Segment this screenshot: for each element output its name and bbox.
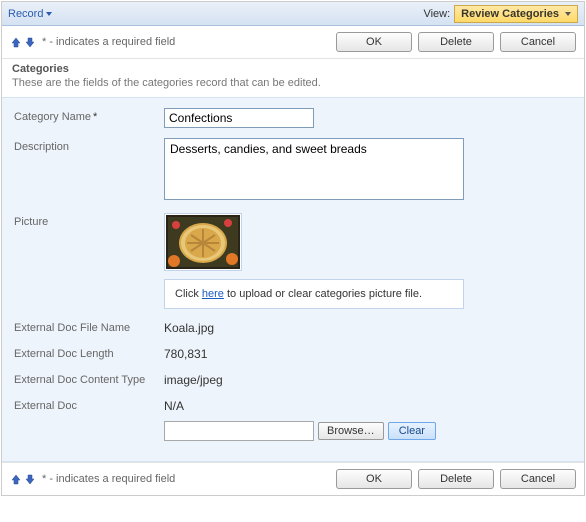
arrow-down-icon[interactable] xyxy=(24,473,36,485)
view-label: View: xyxy=(423,8,450,20)
ext-content-type-label: External Doc Content Type xyxy=(14,371,164,386)
ext-length-value: 780,831 xyxy=(164,345,572,361)
clear-button[interactable]: Clear xyxy=(388,422,436,440)
ext-file-name-value: Koala.jpg xyxy=(164,319,572,335)
description-label: Description xyxy=(14,138,164,153)
ext-content-type-value: image/jpeg xyxy=(164,371,572,387)
picture-thumbnail[interactable] xyxy=(164,213,242,271)
arrow-up-icon[interactable] xyxy=(10,36,22,48)
form-area: Category Name* Description Desserts, can… xyxy=(2,97,584,462)
view-selector-value: Review Categories xyxy=(461,8,559,20)
caret-down-icon xyxy=(565,12,571,16)
section-header: Categories These are the fields of the c… xyxy=(2,59,584,91)
required-note: * - indicates a required field xyxy=(42,473,175,485)
ext-doc-label: External Doc xyxy=(14,397,164,412)
arrow-up-icon[interactable] xyxy=(10,473,22,485)
ext-length-label: External Doc Length xyxy=(14,345,164,360)
section-title: Categories xyxy=(12,63,574,75)
cancel-button[interactable]: Cancel xyxy=(500,469,576,489)
category-name-label: Category Name* xyxy=(14,108,164,123)
upload-here-link[interactable]: here xyxy=(202,288,224,300)
file-path-input[interactable] xyxy=(164,421,314,441)
caret-down-icon xyxy=(46,12,52,16)
ok-button[interactable]: OK xyxy=(336,469,412,489)
ext-doc-value: N/A xyxy=(164,397,572,413)
top-toolbar: Record View: Review Categories xyxy=(2,2,584,26)
required-note: * - indicates a required field xyxy=(42,36,175,48)
record-menu[interactable]: Record xyxy=(8,8,52,20)
section-description: These are the fields of the categories r… xyxy=(12,77,574,89)
description-textarea[interactable]: Desserts, candies, and sweet breads xyxy=(164,138,464,200)
browse-button[interactable]: Browse… xyxy=(318,422,384,440)
delete-button[interactable]: Delete xyxy=(418,469,494,489)
cancel-button[interactable]: Cancel xyxy=(500,32,576,52)
action-bar-top: * - indicates a required field OK Delete… xyxy=(2,26,584,59)
upload-instruction: Click here to upload or clear categories… xyxy=(164,279,464,309)
record-menu-label: Record xyxy=(8,8,43,20)
view-selector[interactable]: Review Categories xyxy=(454,5,578,23)
delete-button[interactable]: Delete xyxy=(418,32,494,52)
ok-button[interactable]: OK xyxy=(336,32,412,52)
category-name-input[interactable] xyxy=(164,108,314,128)
arrow-down-icon[interactable] xyxy=(24,36,36,48)
picture-label: Picture xyxy=(14,213,164,228)
action-bar-bottom: * - indicates a required field OK Delete… xyxy=(2,462,584,495)
ext-file-name-label: External Doc File Name xyxy=(14,319,164,334)
